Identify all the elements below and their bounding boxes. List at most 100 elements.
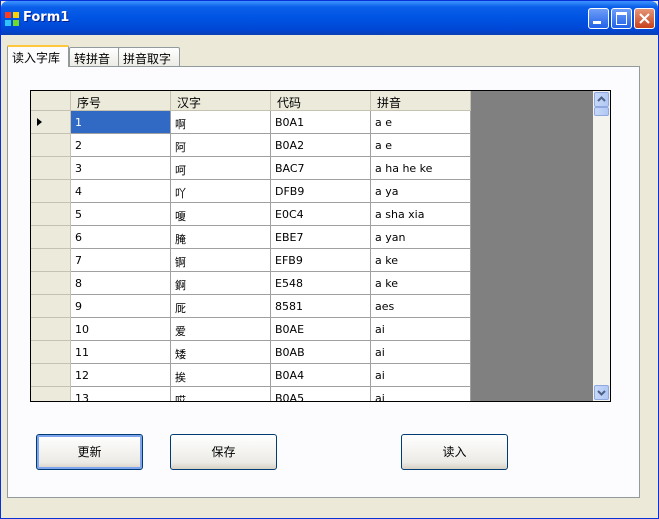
cell-hanzi[interactable]: 爱 <box>171 318 271 341</box>
table-row[interactable]: 8 錒 E548 a ke <box>31 272 471 295</box>
cell-pinyin[interactable]: a ke <box>371 272 471 295</box>
column-header-code[interactable]: 代码 <box>271 91 371 111</box>
cell-pinyin[interactable]: ai <box>371 341 471 364</box>
minimize-icon <box>593 21 601 24</box>
cell-pinyin[interactable]: a e <box>371 111 471 134</box>
cell-index[interactable]: 12 <box>71 364 171 387</box>
cell-index[interactable]: 3 <box>71 157 171 180</box>
cell-hanzi[interactable]: 哎 <box>171 387 271 401</box>
scroll-down-button[interactable] <box>594 385 609 400</box>
cell-code[interactable]: B0A1 <box>271 111 371 134</box>
row-header[interactable] <box>31 318 71 341</box>
cell-index[interactable]: 8 <box>71 272 171 295</box>
cell-hanzi[interactable]: 挨 <box>171 364 271 387</box>
cell-pinyin[interactable]: ai <box>371 318 471 341</box>
cell-index[interactable]: 11 <box>71 341 171 364</box>
minimize-button[interactable] <box>588 8 609 29</box>
cell-code[interactable]: B0AE <box>271 318 371 341</box>
cell-index[interactable]: 9 <box>71 295 171 318</box>
tab-pinyin-lookup[interactable]: 拼音取字 <box>118 47 180 66</box>
tab-to-pinyin[interactable]: 转拼音 <box>69 47 121 66</box>
table-row[interactable]: 13 哎 B0A5 ai <box>31 387 471 401</box>
cell-code[interactable]: B0A5 <box>271 387 371 401</box>
table-row[interactable]: 3 呵 BAC7 a ha he ke <box>31 157 471 180</box>
cell-index[interactable]: 13 <box>71 387 171 401</box>
cell-hanzi[interactable]: 吖 <box>171 180 271 203</box>
row-header[interactable] <box>31 249 71 272</box>
cell-code[interactable]: B0A4 <box>271 364 371 387</box>
cell-code[interactable]: 8581 <box>271 295 371 318</box>
cell-code[interactable]: B0AB <box>271 341 371 364</box>
table-row[interactable]: 9 厑 8581 aes <box>31 295 471 318</box>
cell-pinyin[interactable]: a ya <box>371 180 471 203</box>
table-row[interactable]: 5 嗄 E0C4 a sha xia <box>31 203 471 226</box>
row-header[interactable] <box>31 341 71 364</box>
cell-code[interactable]: BAC7 <box>271 157 371 180</box>
cell-hanzi[interactable]: 啊 <box>171 111 271 134</box>
cell-hanzi[interactable]: 矮 <box>171 341 271 364</box>
cell-pinyin[interactable]: a ha he ke <box>371 157 471 180</box>
table-row[interactable]: 1 啊 B0A1 a e <box>31 111 471 134</box>
row-header[interactable] <box>31 226 71 249</box>
cell-pinyin[interactable]: ai <box>371 387 471 401</box>
grid-corner-header[interactable] <box>31 91 71 111</box>
row-header[interactable] <box>31 111 71 134</box>
column-header-hanzi[interactable]: 汉字 <box>171 91 271 111</box>
cell-hanzi[interactable]: 厑 <box>171 295 271 318</box>
tab-load-charset[interactable]: 读入字库 <box>7 45 69 67</box>
cell-code[interactable]: E0C4 <box>271 203 371 226</box>
cell-code[interactable]: EBE7 <box>271 226 371 249</box>
load-button[interactable]: 读入 <box>401 434 508 470</box>
cell-hanzi[interactable]: 腌 <box>171 226 271 249</box>
cell-hanzi[interactable]: 阿 <box>171 134 271 157</box>
maximize-button[interactable] <box>611 8 632 29</box>
cell-pinyin[interactable]: a yan <box>371 226 471 249</box>
row-header[interactable] <box>31 157 71 180</box>
cell-code[interactable]: DFB9 <box>271 180 371 203</box>
cell-pinyin[interactable]: a e <box>371 134 471 157</box>
row-header[interactable] <box>31 180 71 203</box>
row-header[interactable] <box>31 203 71 226</box>
cell-index[interactable]: 2 <box>71 134 171 157</box>
cell-code[interactable]: EFB9 <box>271 249 371 272</box>
cell-hanzi[interactable]: 錒 <box>171 272 271 295</box>
row-header[interactable] <box>31 364 71 387</box>
table-row[interactable]: 4 吖 DFB9 a ya <box>31 180 471 203</box>
cell-code[interactable]: E548 <box>271 272 371 295</box>
data-grid[interactable]: 序号 汉字 代码 拼音 1 啊 B0A1 a e 2 阿 B0A2 a e 3 呵 BAC7 a ha… <box>30 90 611 402</box>
title-bar[interactable]: Form1 <box>1 1 658 35</box>
cell-index[interactable]: 7 <box>71 249 171 272</box>
cell-pinyin[interactable]: ai <box>371 364 471 387</box>
column-header-index[interactable]: 序号 <box>71 91 171 111</box>
grid-body: 序号 汉字 代码 拼音 1 啊 B0A1 a e 2 阿 B0A2 a e 3 呵 BAC7 a ha… <box>31 91 593 401</box>
table-row[interactable]: 6 腌 EBE7 a yan <box>31 226 471 249</box>
cell-pinyin[interactable]: aes <box>371 295 471 318</box>
row-header[interactable] <box>31 387 71 401</box>
cell-hanzi[interactable]: 锕 <box>171 249 271 272</box>
update-button[interactable]: 更新 <box>36 434 143 470</box>
cell-hanzi[interactable]: 呵 <box>171 157 271 180</box>
table-row[interactable]: 11 矮 B0AB ai <box>31 341 471 364</box>
cell-pinyin[interactable]: a sha xia <box>371 203 471 226</box>
row-header[interactable] <box>31 272 71 295</box>
cell-index[interactable]: 5 <box>71 203 171 226</box>
grid-vertical-scrollbar[interactable] <box>593 91 610 401</box>
cell-index[interactable]: 10 <box>71 318 171 341</box>
row-header[interactable] <box>31 295 71 318</box>
cell-index[interactable]: 4 <box>71 180 171 203</box>
row-header[interactable] <box>31 134 71 157</box>
scroll-up-button[interactable] <box>594 92 609 107</box>
table-row[interactable]: 2 阿 B0A2 a e <box>31 134 471 157</box>
table-row[interactable]: 10 爱 B0AE ai <box>31 318 471 341</box>
table-row[interactable]: 12 挨 B0A4 ai <box>31 364 471 387</box>
cell-hanzi[interactable]: 嗄 <box>171 203 271 226</box>
cell-index[interactable]: 6 <box>71 226 171 249</box>
scroll-thumb[interactable] <box>594 107 609 116</box>
cell-code[interactable]: B0A2 <box>271 134 371 157</box>
cell-index[interactable]: 1 <box>71 111 171 134</box>
close-button[interactable] <box>634 8 655 29</box>
table-row[interactable]: 7 锕 EFB9 a ke <box>31 249 471 272</box>
column-header-pinyin[interactable]: 拼音 <box>371 91 471 111</box>
save-button[interactable]: 保存 <box>170 434 277 470</box>
cell-pinyin[interactable]: a ke <box>371 249 471 272</box>
